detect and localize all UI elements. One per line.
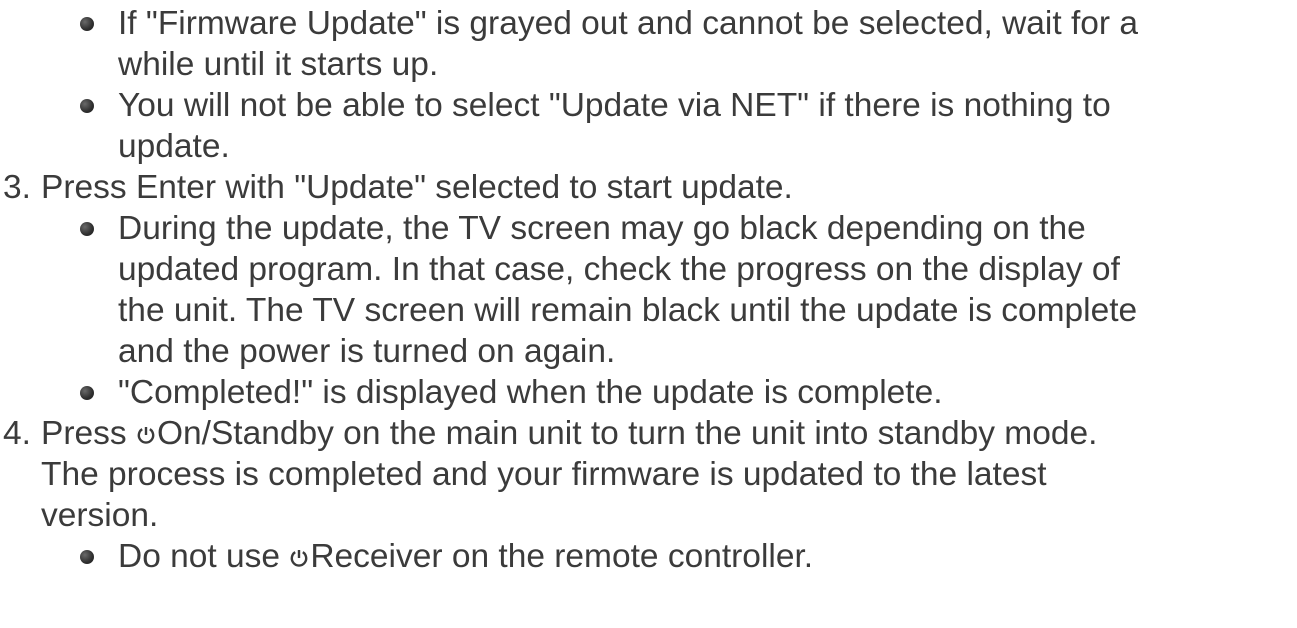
step-number: 3. <box>3 169 31 206</box>
bullet-dot <box>80 99 94 113</box>
bullet-text-line: Do not use Receiver on the remote contro… <box>118 536 813 577</box>
bullet-dot <box>80 222 94 236</box>
step-number: 4. <box>3 415 31 452</box>
bullet-dot <box>80 550 94 564</box>
power-icon <box>136 424 156 446</box>
step-text-line: version. <box>41 497 159 534</box>
bullet-text-line: updated program. In that case, check the… <box>118 251 1120 288</box>
bullet-text-line: You will not be able to select "Update v… <box>118 87 1111 124</box>
bullet-text-line: "Completed!" is displayed when the updat… <box>118 374 943 411</box>
bullet-dot <box>80 386 94 400</box>
bullet-text-line: During the update, the TV screen may go … <box>118 210 1086 247</box>
bullet-text-line: while until it starts up. <box>118 46 439 83</box>
bullet-text-line: the unit. The TV screen will remain blac… <box>118 292 1138 329</box>
power-icon <box>289 547 309 569</box>
bullet-text-line: If "Firmware Update" is grayed out and c… <box>118 5 1138 42</box>
step-text-prefix: Press <box>41 415 136 452</box>
bullet-text-line: and the power is turned on again. <box>118 333 616 370</box>
step-text-rest: On/Standby on the main unit to turn the … <box>156 415 1098 452</box>
bullet-text-prefix: Do not use <box>118 538 290 575</box>
bullet-text-rest: Receiver on the remote controller. <box>310 538 814 575</box>
step-text: Press Enter with "Update" selected to st… <box>41 169 793 206</box>
bullet-text-line: update. <box>118 128 230 165</box>
step-text-line: The process is completed and your firmwa… <box>41 456 1047 493</box>
step-text: Press On/Standby on the main unit to tur… <box>41 413 1097 454</box>
bullet-dot <box>80 17 94 31</box>
manual-page: If "Firmware Update" is grayed out and c… <box>0 0 1297 628</box>
